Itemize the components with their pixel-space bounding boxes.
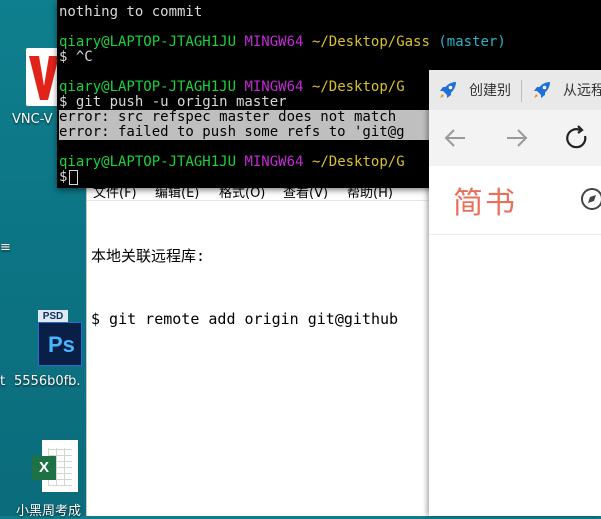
terminal-line-selected: error: src refspec master does not match bbox=[59, 110, 459, 125]
browser-tab-label: 从远程 bbox=[563, 83, 601, 99]
photoshop-file-icon: PSD Ps bbox=[38, 310, 82, 366]
desktop-label-fragment: ≡ bbox=[0, 240, 11, 255]
browser-tab-strip: 创建别 从远程 bbox=[429, 70, 601, 110]
notepad-line: 本地关联远程库: bbox=[91, 247, 206, 265]
browser-nav-bar bbox=[429, 110, 601, 166]
rocket-icon bbox=[531, 79, 553, 101]
compass-icon[interactable] bbox=[579, 186, 601, 212]
prompt-user: qiary@LAPTOP-JTAGH1JU bbox=[59, 79, 237, 95]
desktop-icon-label: 小黑周考成 bbox=[16, 504, 82, 519]
terminal-prompt: qiary@LAPTOP-JTAGH1JU MINGW64 ~/Desktop/… bbox=[59, 35, 506, 50]
desktop-icon-label: VNC-V bbox=[12, 112, 53, 127]
prompt-shell: MINGW64 bbox=[244, 34, 304, 50]
terminal-line: nothing to commit bbox=[59, 4, 203, 20]
prompt-user: qiary@LAPTOP-JTAGH1JU bbox=[59, 34, 237, 50]
browser-tab[interactable]: 从远程 bbox=[531, 70, 601, 110]
browser-page: 简书 bbox=[429, 166, 601, 516]
desktop-icon-label: 5556b0fb. bbox=[14, 374, 81, 389]
notepad-window[interactable]: 文件(F) 编辑(E) 格式(O) 查看(V) 帮助(H) 本地关联远程库: $… bbox=[86, 178, 447, 516]
browser-tab[interactable]: 创建别 bbox=[437, 70, 511, 110]
browser-window[interactable]: 创建别 从远程 简书 bbox=[429, 70, 601, 516]
terminal-line-selected: error: failed to push some refs to 'git@… bbox=[59, 125, 459, 140]
terminal-line: $ bbox=[59, 169, 68, 185]
notepad-line: $ git remote add origin git@github bbox=[91, 310, 399, 328]
prompt-shell: MINGW64 bbox=[244, 79, 304, 95]
prompt-branch: (master) bbox=[438, 34, 506, 50]
forward-arrow-icon[interactable] bbox=[501, 122, 533, 154]
terminal-line: $ git push -u origin master bbox=[59, 94, 287, 110]
prompt-user: qiary@LAPTOP-JTAGH1JU bbox=[59, 154, 237, 170]
psd-body-text: Ps bbox=[48, 332, 75, 357]
terminal-line: $ ^C bbox=[59, 49, 93, 65]
header-divider bbox=[429, 234, 601, 235]
desktop-label-fragment: t bbox=[0, 374, 6, 389]
prompt-path: ~/Desktop/Gass bbox=[311, 34, 430, 50]
terminal-prompt: qiary@LAPTOP-JTAGH1JU MINGW64 ~/Desktop/… bbox=[59, 155, 405, 170]
terminal-cursor bbox=[69, 170, 78, 185]
terminal-prompt: qiary@LAPTOP-JTAGH1JU MINGW64 ~/Desktop/… bbox=[59, 80, 405, 95]
excel-file-icon: X bbox=[32, 440, 78, 494]
prompt-path: ~/Desktop/G bbox=[311, 154, 405, 170]
back-arrow-icon[interactable] bbox=[439, 122, 471, 154]
site-logo[interactable]: 简书 bbox=[453, 178, 517, 222]
browser-tab-label: 创建别 bbox=[469, 83, 511, 99]
refresh-icon[interactable] bbox=[561, 122, 593, 154]
prompt-shell: MINGW64 bbox=[244, 154, 304, 170]
notepad-text-area[interactable]: 本地关联远程库: $ git remote add origin git@git… bbox=[91, 204, 398, 372]
prompt-path: ~/Desktop/G bbox=[311, 79, 405, 95]
xls-badge: X bbox=[32, 456, 56, 480]
rocket-icon bbox=[437, 79, 459, 101]
